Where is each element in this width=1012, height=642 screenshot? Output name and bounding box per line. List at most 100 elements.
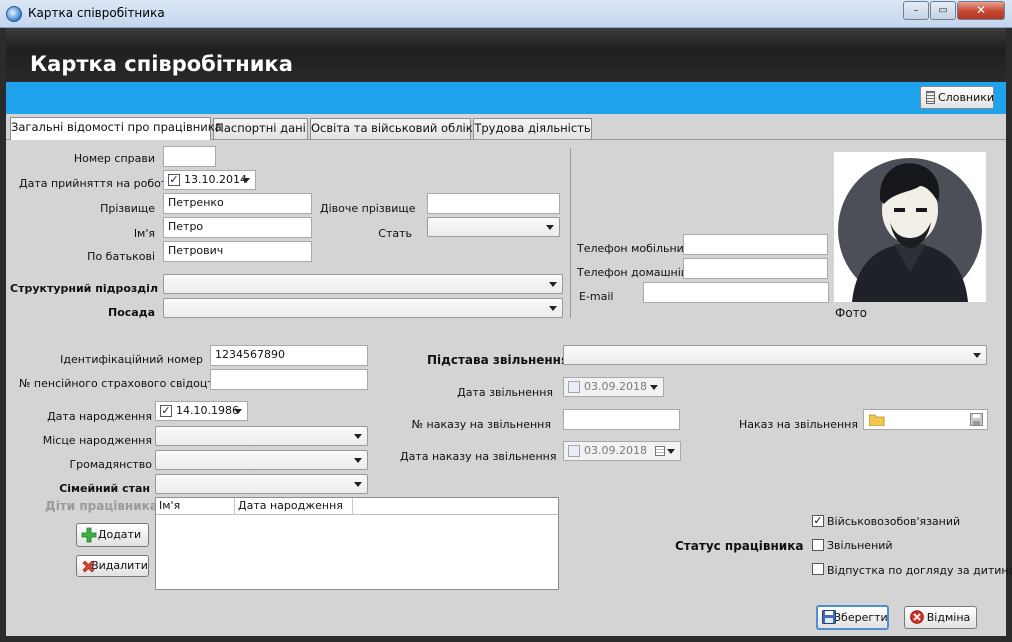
- employee-photo[interactable]: [834, 152, 986, 302]
- save-button[interactable]: Зберегти: [816, 605, 889, 630]
- department-select[interactable]: [163, 274, 563, 294]
- add-child-label: Додати: [97, 528, 142, 541]
- tab-general[interactable]: Загальні відомості про працівника: [10, 117, 222, 140]
- citizenship-select[interactable]: [155, 450, 368, 470]
- chevron-down-icon: [549, 306, 557, 311]
- delete-child-button[interactable]: Видалити: [76, 555, 149, 577]
- birth-place-label: Місце народження: [42, 434, 152, 447]
- column-header-name[interactable]: Ім'я: [156, 498, 235, 515]
- photo-label: Фото: [835, 306, 868, 320]
- calendar-icon: [655, 446, 665, 456]
- dismissal-order-number-input[interactable]: [563, 409, 680, 430]
- chevron-down-icon: [354, 482, 362, 487]
- hire-date-label: Дата прийняття на роботу: [19, 177, 174, 190]
- tab-employment[interactable]: Трудова діяльність: [473, 118, 592, 139]
- column-header-birth-date[interactable]: Дата народження: [235, 498, 353, 515]
- dismissal-reason-label: Підстава звільнення: [427, 353, 569, 367]
- dismissal-date-picker[interactable]: 03.09.2018: [563, 377, 664, 397]
- book-icon: [926, 91, 935, 104]
- surname-input[interactable]: Петренко: [163, 193, 312, 214]
- citizenship-label: Громадянство: [69, 458, 152, 471]
- parental-leave-checkbox[interactable]: [812, 563, 824, 575]
- accent-band: [6, 82, 1006, 114]
- maiden-name-input[interactable]: [427, 193, 560, 214]
- dismissal-date-checkbox[interactable]: [568, 381, 580, 393]
- parental-leave-label[interactable]: Відпустка по догляду за дитиною: [827, 564, 1012, 577]
- birth-date-checkbox[interactable]: ✓: [160, 405, 172, 417]
- window-title: Картка співробітника: [28, 6, 165, 20]
- children-table[interactable]: Ім'я Дата народження: [155, 497, 559, 590]
- hire-date-checkbox[interactable]: ✓: [168, 174, 180, 186]
- save-label: Зберегти: [834, 611, 888, 624]
- marital-status-label: Сімейний стан: [59, 482, 150, 495]
- patronymic-input[interactable]: Петрович: [163, 241, 312, 262]
- person-avatar-icon: [834, 152, 986, 302]
- close-button[interactable]: ✕: [957, 1, 1005, 20]
- folder-open-icon[interactable]: [868, 414, 885, 427]
- pension-cert-input[interactable]: [210, 369, 368, 390]
- delete-child-label: Видалити: [91, 559, 148, 572]
- chevron-down-icon: [667, 449, 675, 454]
- maximize-button[interactable]: ▭: [930, 1, 956, 20]
- tab-education-military[interactable]: Освіта та військовий облік: [310, 118, 473, 139]
- pension-cert-label: № пенсійного страхового свідоцтва: [19, 377, 227, 390]
- case-number-input[interactable]: [163, 146, 216, 167]
- delete-x-icon: [81, 559, 96, 574]
- dismissed-checkbox[interactable]: [812, 539, 824, 551]
- app-icon: [6, 6, 22, 22]
- patronymic-label: По батькові: [87, 250, 155, 263]
- save-disk-icon[interactable]: [970, 413, 983, 426]
- dismissal-order-date-checkbox[interactable]: [568, 445, 580, 457]
- chevron-down-icon: [546, 225, 554, 230]
- birth-date-picker[interactable]: ✓ 14.10.1986: [155, 401, 248, 421]
- children-table-header: Ім'я Дата народження: [156, 498, 558, 515]
- children-section-label: Діти працівника: [45, 499, 158, 513]
- chevron-down-icon: [354, 434, 362, 439]
- dismissal-order-file-label: Наказ на звільнення: [738, 418, 858, 431]
- hire-date-picker[interactable]: ✓ 13.10.2014: [163, 170, 256, 190]
- marital-status-select[interactable]: [155, 474, 368, 494]
- add-child-button[interactable]: Додати: [76, 523, 149, 547]
- dismissal-date-value: 03.09.2018: [584, 380, 647, 393]
- floppy-disk-icon: [822, 610, 836, 624]
- employee-status-label: Статус працівника: [675, 539, 804, 553]
- dictionaries-label: Словники: [938, 91, 995, 104]
- birth-place-select[interactable]: [155, 426, 368, 446]
- birth-date-label: Дата народження: [47, 410, 152, 423]
- dismissal-order-date-picker[interactable]: 03.09.2018: [563, 441, 681, 461]
- email-input[interactable]: [643, 282, 829, 303]
- dismissal-reason-select[interactable]: [563, 345, 987, 365]
- tax-id-label: Ідентифікаційний номер: [60, 353, 203, 366]
- home-phone-input[interactable]: [683, 258, 828, 279]
- dismissal-date-label: Дата звільнення: [457, 386, 553, 399]
- chevron-down-icon: [650, 385, 658, 390]
- maiden-name-label: Дівоче прізвище: [320, 202, 416, 215]
- chevron-down-icon: [234, 409, 242, 414]
- page-title: Картка співробітника: [30, 52, 293, 76]
- tab-passport[interactable]: Паспортні дані: [213, 118, 308, 139]
- dismissal-order-date-label: Дата наказу на звільнення: [400, 450, 557, 463]
- chevron-down-icon: [354, 458, 362, 463]
- cancel-label: Відміна: [926, 611, 971, 624]
- chevron-down-icon: [549, 282, 557, 287]
- sex-select[interactable]: [427, 217, 560, 237]
- mobile-input[interactable]: [683, 234, 828, 255]
- position-select[interactable]: [163, 298, 563, 318]
- military-duty-checkbox[interactable]: ✓: [812, 515, 824, 527]
- chevron-down-icon: [973, 353, 981, 358]
- dismissed-label[interactable]: Звільнений: [827, 539, 893, 552]
- cancel-button[interactable]: Відміна: [904, 606, 977, 629]
- case-number-label: Номер справи: [73, 152, 155, 165]
- email-label: E-mail: [579, 290, 614, 303]
- birth-date-value: 14.10.1986: [176, 404, 239, 417]
- minimize-button[interactable]: –: [903, 1, 929, 20]
- dismissal-order-date-value: 03.09.2018: [584, 444, 647, 457]
- name-input[interactable]: Петро: [163, 217, 312, 238]
- military-duty-label[interactable]: Військовозобов'язаний: [827, 515, 960, 528]
- dismissal-order-number-label: № наказу на звільнення: [411, 418, 551, 431]
- chevron-down-icon: [242, 178, 250, 183]
- section-divider: [570, 148, 571, 318]
- dictionaries-button[interactable]: Словники: [920, 86, 994, 109]
- tax-id-input[interactable]: 1234567890: [210, 345, 368, 366]
- sex-label: Стать: [378, 227, 412, 240]
